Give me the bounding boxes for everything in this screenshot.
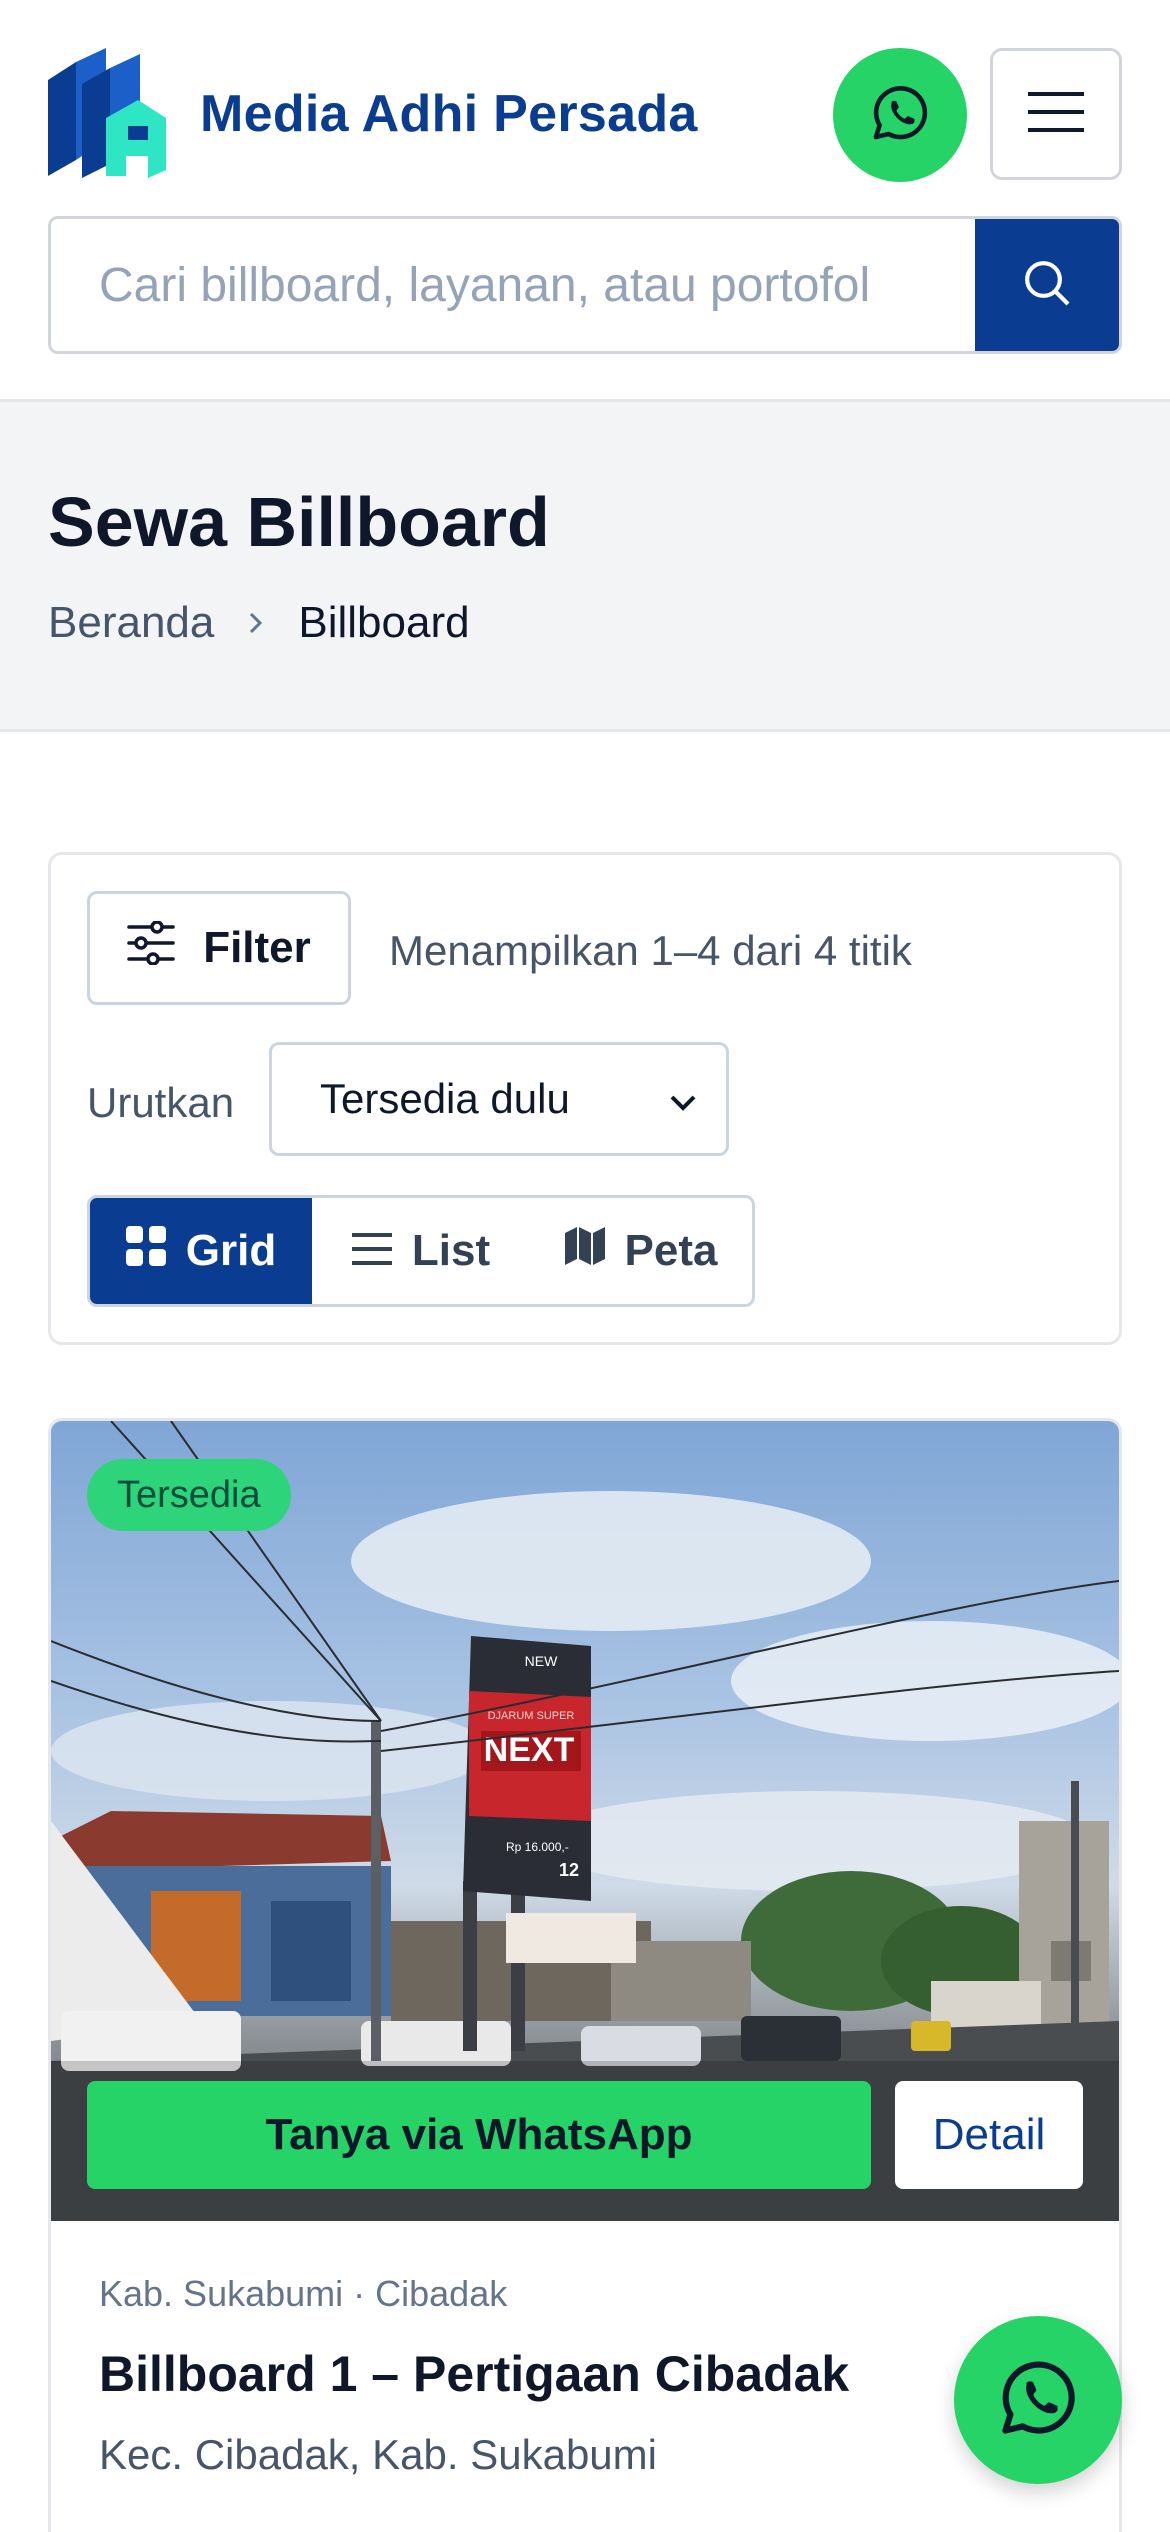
brand-name[interactable]: Media Adhi Persada <box>200 84 698 144</box>
site-header: Media Adhi Persada <box>0 0 1170 402</box>
search-input[interactable] <box>51 219 975 351</box>
breadcrumb-current: Billboard <box>298 598 470 647</box>
billboard-text-sub: DJARUM SUPER <box>488 1710 575 1722</box>
filter-button[interactable]: Filter <box>87 891 351 1005</box>
list-icon <box>351 1226 392 1276</box>
brand-logo[interactable] <box>48 48 166 178</box>
hamburger-menu-icon <box>1028 91 1084 137</box>
filter-label: Filter <box>203 923 311 972</box>
billboard-text-brand: NEXT <box>484 1731 575 1769</box>
map-icon <box>564 1226 605 1276</box>
view-grid-button[interactable]: Grid <box>90 1198 312 1304</box>
detail-button[interactable]: Detail <box>895 2081 1083 2189</box>
view-map-label: Peta <box>624 1226 718 1275</box>
result-count: Menampilkan 1–4 dari 4 titik <box>389 927 912 974</box>
billboard-text-count: 12 <box>559 1860 579 1880</box>
whatsapp-header-button[interactable] <box>833 48 967 182</box>
sort-label: Urutkan <box>87 1079 235 1126</box>
breadcrumb: Beranda Billboard <box>48 598 470 648</box>
view-list-label: List <box>411 1226 491 1275</box>
grid-icon <box>125 1225 166 1277</box>
sort-select[interactable]: Tersedia dulu <box>269 1042 729 1156</box>
sliders-icon <box>127 919 175 976</box>
chevron-right-icon <box>246 609 266 637</box>
search-icon <box>1019 255 1075 316</box>
status-badge: Tersedia <box>87 1459 291 1531</box>
view-toggle: Grid List Peta <box>87 1195 755 1307</box>
billboard-text-new: NEW <box>525 1653 558 1669</box>
view-map-button[interactable]: Peta <box>530 1198 752 1304</box>
billboard-photo: NEW DJARUM SUPER NEXT Rp 16.000,- 12 Ter… <box>51 1421 1119 2221</box>
whatsapp-inquiry-button[interactable]: Tanya via WhatsApp <box>87 2081 871 2189</box>
whatsapp-icon <box>866 79 934 152</box>
view-list-button[interactable]: List <box>312 1198 530 1304</box>
whatsapp-icon <box>992 2352 1084 2449</box>
breadcrumb-home-link[interactable]: Beranda <box>48 598 214 648</box>
card-location: Kec. Cibadak, Kab. Sukabumi <box>99 2431 657 2478</box>
chevron-down-icon <box>668 1075 698 1123</box>
filter-panel: Filter Menampilkan 1–4 dari 4 titik Urut… <box>48 852 1122 1345</box>
search-bar <box>48 216 1122 354</box>
floating-whatsapp-button[interactable] <box>954 2316 1122 2484</box>
search-button[interactable] <box>975 219 1119 351</box>
sort-selected-value: Tersedia dulu <box>320 1075 570 1122</box>
card-title[interactable]: Billboard 1 – Pertigaan Cibadak <box>99 2345 849 2403</box>
view-grid-label: Grid <box>185 1226 277 1275</box>
page-title: Sewa Billboard <box>48 483 550 561</box>
card-region: Kab. Sukabumi · Cibadak <box>99 2273 508 2314</box>
hamburger-menu-button[interactable] <box>990 48 1122 180</box>
page-title-band: Sewa Billboard Beranda Billboard <box>0 402 1170 732</box>
billboard-text-price: Rp 16.000,- <box>506 1840 569 1854</box>
